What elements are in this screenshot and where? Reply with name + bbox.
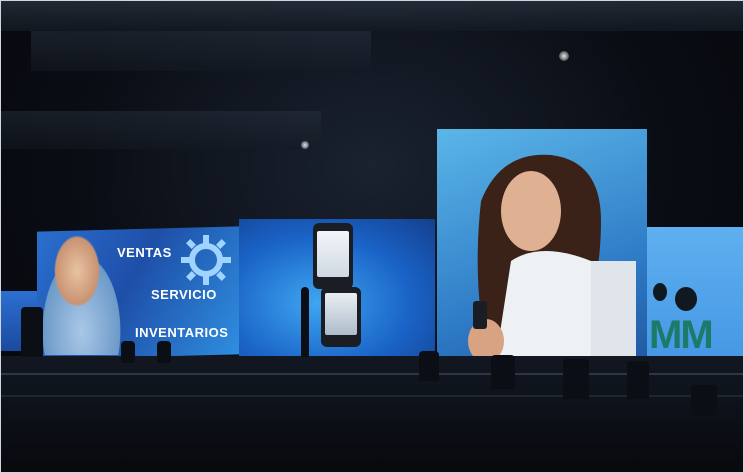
stage-light bbox=[563, 359, 589, 399]
stage-light bbox=[121, 341, 135, 363]
screen-label-inventarios: INVENTARIOS bbox=[135, 325, 229, 340]
photo-frame: VENTAS SERVICIO INVENTARIOS MM bbox=[0, 0, 744, 473]
spotlight bbox=[301, 141, 309, 149]
stage-light bbox=[419, 351, 439, 381]
ceiling-panel bbox=[31, 31, 371, 71]
woman-with-phone-image bbox=[468, 154, 636, 391]
stage-light bbox=[691, 385, 717, 415]
company-logo: MM bbox=[649, 313, 714, 357]
stage-light bbox=[21, 307, 43, 357]
screen-label-servicio: SERVICIO bbox=[151, 287, 217, 302]
smartphone-image bbox=[321, 287, 361, 347]
smartphone-screen bbox=[325, 293, 357, 335]
spotlight bbox=[559, 51, 569, 61]
smartphone-image bbox=[313, 223, 353, 289]
stage-light bbox=[157, 341, 171, 363]
ceiling-panel bbox=[1, 111, 321, 149]
logo-dot bbox=[675, 287, 697, 311]
stage-light bbox=[627, 361, 649, 399]
logo-dot bbox=[653, 283, 667, 301]
stage-light bbox=[301, 287, 309, 357]
smartphone-screen bbox=[317, 231, 349, 277]
screen-label-ventas: VENTAS bbox=[117, 245, 172, 260]
stage-light bbox=[491, 355, 515, 389]
gear-icon bbox=[181, 235, 231, 285]
ceiling-truss bbox=[1, 1, 743, 31]
